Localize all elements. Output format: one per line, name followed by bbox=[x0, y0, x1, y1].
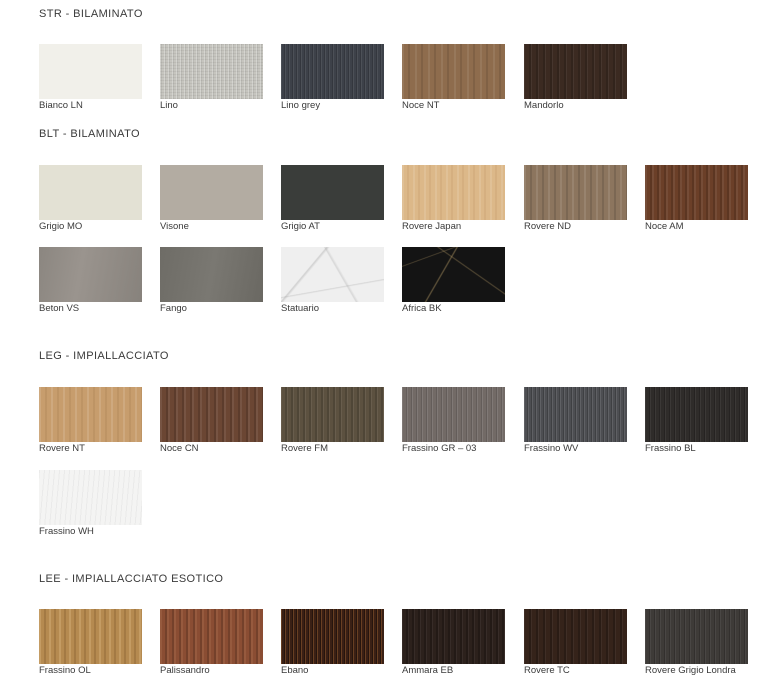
swatch-item-fango[interactable]: Fango bbox=[160, 247, 264, 315]
swatch-label: Mandorlo bbox=[524, 100, 564, 111]
swatch-label: Frassino OL bbox=[39, 665, 91, 676]
swatch-image[interactable] bbox=[160, 44, 263, 99]
swatch-image[interactable] bbox=[524, 609, 627, 664]
swatch-image[interactable] bbox=[160, 165, 263, 220]
swatch-label: Frassino BL bbox=[645, 443, 696, 454]
swatch-item-grigio-mo[interactable]: Grigio MO bbox=[39, 165, 143, 233]
swatch-image[interactable] bbox=[281, 387, 384, 442]
swatch-label: Rovere Grigio Londra bbox=[645, 665, 736, 676]
swatch-image[interactable] bbox=[160, 609, 263, 664]
swatch-label: Rovere ND bbox=[524, 221, 571, 232]
swatch-label: Noce CN bbox=[160, 443, 199, 454]
swatch-item-frassino-ol[interactable]: Frassino OL bbox=[39, 609, 143, 677]
swatch-item-frassino-bl[interactable]: Frassino BL bbox=[645, 387, 749, 455]
swatch-label: Frassino WH bbox=[39, 526, 94, 537]
swatch-item-africa-bk[interactable]: Africa BK bbox=[402, 247, 506, 315]
swatch-label: Visone bbox=[160, 221, 189, 232]
swatch-item-lino-grey[interactable]: Lino grey bbox=[281, 44, 385, 112]
swatch-item-ammara-eb[interactable]: Ammara EB bbox=[402, 609, 506, 677]
swatch-image[interactable] bbox=[524, 44, 627, 99]
swatch-item-frassino-wv[interactable]: Frassino WV bbox=[524, 387, 628, 455]
swatch-item-frassino-gr-03[interactable]: Frassino GR – 03 bbox=[402, 387, 506, 455]
swatch-item-statuario[interactable]: Statuario bbox=[281, 247, 385, 315]
swatch-label: Frassino GR – 03 bbox=[402, 443, 477, 454]
swatch-label: Fango bbox=[160, 303, 187, 314]
swatch-image[interactable] bbox=[645, 609, 748, 664]
swatch-image[interactable] bbox=[39, 44, 142, 99]
swatch-item-frassino-wh[interactable]: Frassino WH bbox=[39, 470, 143, 538]
swatch-item-rovere-nt[interactable]: Rovere NT bbox=[39, 387, 143, 455]
swatch-image[interactable] bbox=[39, 387, 142, 442]
swatch-item-mandorlo[interactable]: Mandorlo bbox=[524, 44, 628, 112]
swatch-image[interactable] bbox=[39, 165, 142, 220]
swatch-label: Africa BK bbox=[402, 303, 442, 314]
swatch-label: Ammara EB bbox=[402, 665, 454, 676]
section-title-lee: LEE - IMPIALLACCIATO ESOTICO bbox=[39, 573, 224, 585]
swatch-image[interactable] bbox=[281, 247, 384, 302]
swatch-item-ebano[interactable]: Ebano bbox=[281, 609, 385, 677]
swatch-item-noce-cn[interactable]: Noce CN bbox=[160, 387, 264, 455]
swatch-label: Grigio MO bbox=[39, 221, 83, 232]
swatch-image[interactable] bbox=[402, 387, 505, 442]
swatch-item-rovere-fm[interactable]: Rovere FM bbox=[281, 387, 385, 455]
swatch-item-lino[interactable]: Lino bbox=[160, 44, 264, 112]
swatch-item-bianco-ln[interactable]: Bianco LN bbox=[39, 44, 143, 112]
swatch-image[interactable] bbox=[402, 165, 505, 220]
swatch-label: Statuario bbox=[281, 303, 320, 314]
section-title-leg: LEG - IMPIALLACCIATO bbox=[39, 350, 169, 362]
swatch-image[interactable] bbox=[160, 247, 263, 302]
section-title-str: STR - BILAMINATO bbox=[39, 8, 143, 20]
swatch-item-grigio-at[interactable]: Grigio AT bbox=[281, 165, 385, 233]
swatch-label: Ebano bbox=[281, 665, 309, 676]
swatch-label: Rovere FM bbox=[281, 443, 328, 454]
swatch-label: Lino grey bbox=[281, 100, 321, 111]
swatch-image[interactable] bbox=[402, 609, 505, 664]
swatch-label: Grigio AT bbox=[281, 221, 320, 232]
swatch-image[interactable] bbox=[402, 44, 505, 99]
swatch-image[interactable] bbox=[281, 165, 384, 220]
swatch-image[interactable] bbox=[39, 247, 142, 302]
swatch-label: Bianco LN bbox=[39, 100, 83, 111]
swatch-item-rovere-nd[interactable]: Rovere ND bbox=[524, 165, 628, 233]
swatch-image[interactable] bbox=[645, 165, 748, 220]
swatch-item-visone[interactable]: Visone bbox=[160, 165, 264, 233]
section-title-blt: BLT - BILAMINATO bbox=[39, 128, 140, 140]
swatch-label: Rovere TC bbox=[524, 665, 570, 676]
swatch-image[interactable] bbox=[281, 44, 384, 99]
swatch-label: Frassino WV bbox=[524, 443, 579, 454]
swatch-item-rovere-japan[interactable]: Rovere Japan bbox=[402, 165, 506, 233]
swatch-item-rovere-tc[interactable]: Rovere TC bbox=[524, 609, 628, 677]
swatch-image[interactable] bbox=[160, 387, 263, 442]
swatch-image[interactable] bbox=[524, 387, 627, 442]
swatch-image[interactable] bbox=[524, 165, 627, 220]
swatch-item-noce-am[interactable]: Noce AM bbox=[645, 165, 749, 233]
swatch-label: Rovere Japan bbox=[402, 221, 462, 232]
swatch-label: Noce NT bbox=[402, 100, 440, 111]
swatch-image[interactable] bbox=[402, 247, 505, 302]
swatch-label: Palissandro bbox=[160, 665, 210, 676]
swatch-item-palissandro[interactable]: Palissandro bbox=[160, 609, 264, 677]
swatch-label: Lino bbox=[160, 100, 178, 111]
swatch-item-rovere-grigio-londra[interactable]: Rovere Grigio Londra bbox=[645, 609, 749, 677]
swatch-item-noce-nt[interactable]: Noce NT bbox=[402, 44, 506, 112]
swatch-label: Beton VS bbox=[39, 303, 80, 314]
swatch-image[interactable] bbox=[281, 609, 384, 664]
swatch-image[interactable] bbox=[39, 609, 142, 664]
swatch-label: Rovere NT bbox=[39, 443, 85, 454]
swatch-image[interactable] bbox=[645, 387, 748, 442]
swatch-item-beton-vs[interactable]: Beton VS bbox=[39, 247, 143, 315]
swatch-image[interactable] bbox=[39, 470, 142, 525]
swatch-label: Noce AM bbox=[645, 221, 684, 232]
